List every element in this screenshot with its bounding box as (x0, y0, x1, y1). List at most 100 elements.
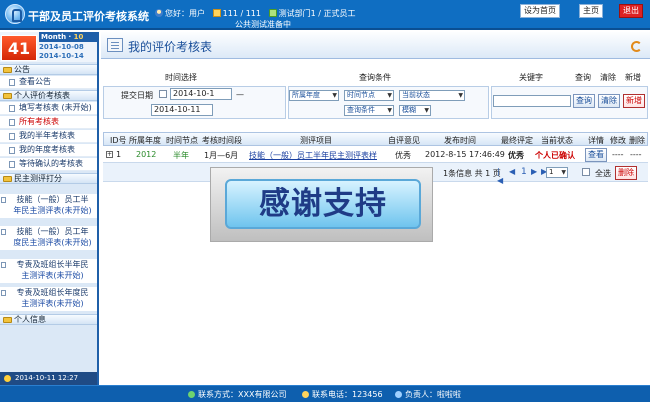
sidebar-item-label: 专责及班组长半年民 (16, 260, 89, 269)
sidebar-section-label: 个人评价考核表 (14, 91, 70, 100)
footer-contact-text: 联系方式：XXX有限公司 (198, 390, 287, 399)
node-select[interactable]: 时间节点 (344, 90, 394, 101)
calendar-week-start: 2014-10-08 (39, 43, 84, 51)
user-greeting: 您好：用户 (165, 9, 205, 18)
add-button[interactable]: 新增 (623, 94, 645, 108)
cell-delete: ---- (630, 150, 642, 159)
sidebar-item-fill-form[interactable]: 填写考核表 (未开始) (0, 102, 97, 115)
page-title: 我的评价考核表 (128, 40, 213, 54)
document-icon (1, 197, 6, 203)
current-page-number[interactable]: 1 (521, 167, 527, 177)
page-header: 我的评价考核表 (101, 32, 650, 59)
pager-info: 1条信息 共 1 页 (443, 169, 501, 178)
sidebar-section-personal[interactable]: 个人评价考核表 (0, 90, 97, 101)
status-select[interactable]: 当前状态 (399, 90, 465, 101)
date-to-input[interactable]: 2014-10-11 (151, 104, 213, 116)
document-icon (9, 79, 15, 86)
th-self-opinion: 自评意见 (388, 136, 420, 145)
sidebar-section-notice[interactable]: 公告 (0, 64, 97, 75)
refresh-icon[interactable] (631, 41, 642, 52)
folder-icon (3, 93, 12, 99)
sidebar-item-view-notice[interactable]: 查看公告 (0, 76, 97, 89)
sidebar-item-democratic-4[interactable]: 专责及班组长年度民 主测评表(未开始) (0, 287, 97, 311)
sidebar-item-label: 所有考核表 (19, 117, 59, 126)
sidebar-item-label: 主测评表(未开始) (21, 299, 84, 308)
cell-period: 1月—6月 (204, 151, 239, 160)
footer: 联系方式：XXX有限公司 联系电话：123456 负责人：啦啦啦 (0, 385, 650, 402)
cell-year: 2012 (136, 150, 157, 159)
page-select[interactable]: 1 (546, 167, 568, 178)
sidebar-item-all-forms[interactable]: 所有考核表 (0, 116, 97, 129)
sidebar-item-pending-confirm[interactable]: 等待确认的考核表 (0, 158, 97, 171)
sidebar-item-half-year[interactable]: 我的半年考核表 (0, 130, 97, 143)
sidebar-item-label: 我的年度考核表 (19, 145, 75, 154)
col-conditions-header: 查询条件 (359, 73, 391, 82)
year-select[interactable]: 所属年度 (289, 90, 339, 101)
document-icon (9, 161, 15, 168)
calendar-widget: 41 Month · 10 2014-10-08 2014-10-14 (0, 32, 97, 62)
footer-phone-text: 联系电话：123456 (312, 390, 383, 399)
condition-select[interactable]: 查询条件 (344, 105, 394, 116)
cell-project-link[interactable]: 技能（一般）员工半年民主测评表样 (249, 150, 377, 161)
document-icon (9, 147, 15, 154)
form-icon (107, 38, 123, 52)
sidebar-item-annual[interactable]: 我的年度考核表 (0, 144, 97, 157)
sidebar-item-democratic-1[interactable]: 技能（一般）员工半 年民主测评表(未开始) (0, 194, 97, 218)
document-icon (9, 119, 15, 126)
sidebar: 41 Month · 10 2014-10-08 2014-10-14 公告 查… (0, 32, 99, 385)
th-detail: 详情 (588, 136, 604, 145)
select-all-label: 全选 (595, 169, 611, 178)
date-separator: — (236, 90, 244, 99)
cell-edit: ---- (612, 150, 624, 159)
sidebar-section-democratic[interactable]: 民主测评打分 (0, 173, 97, 184)
sidebar-section-info[interactable]: 个人信息 (0, 314, 97, 325)
calendar-month: Month · 10 (39, 32, 97, 42)
cell-id: 1 (116, 150, 122, 159)
submit-date-checkbox[interactable] (159, 90, 167, 98)
keyword-input[interactable] (493, 95, 571, 107)
sidebar-item-label: 专责及班组长年度民 (16, 288, 89, 297)
th-node: 时间节点 (166, 136, 198, 145)
cell-publish-time: 2012-8-15 17:46:49 (425, 150, 505, 159)
date-from-input[interactable]: 2014-10-1 (170, 88, 232, 100)
footer-contact: 联系方式：XXX有限公司 (188, 389, 286, 400)
calendar-week-end: 2014-10-14 (39, 52, 84, 60)
first-page-icon[interactable] (497, 167, 505, 185)
sidebar-section-label: 公告 (14, 65, 30, 74)
cell-self-opinion: 优秀 (395, 151, 411, 160)
col-query-header: 查询 (575, 73, 591, 82)
sidebar-item-label: 等待确认的考核表 (19, 159, 83, 168)
th-publish-time: 发布时间 (444, 136, 476, 145)
user-count: 111 / 111 (222, 9, 261, 18)
thanks-banner-inner: 感谢支持 (225, 179, 421, 229)
folder-icon (3, 176, 12, 182)
sidebar-item-label: 年民主测评表(未开始) (13, 206, 92, 215)
delete-button[interactable]: 删除 (615, 166, 637, 180)
cell-status: 个人已确认 (535, 151, 575, 160)
th-final-rating: 最终评定 (501, 136, 533, 145)
th-project: 测评项目 (300, 136, 332, 145)
select-all-checkbox[interactable] (582, 168, 590, 176)
user-icon (155, 9, 163, 17)
sidebar-item-democratic-3[interactable]: 专责及班组长半年民 主测评表(未开始) (0, 259, 97, 283)
sidebar-item-label: 主测评表(未开始) (21, 271, 84, 280)
th-id: ID号 (110, 136, 127, 145)
prev-page-icon[interactable] (509, 167, 517, 176)
query-button[interactable]: 查询 (573, 94, 595, 108)
submit-date-label: 提交日期 (121, 91, 153, 100)
view-detail-button[interactable]: 查看 (585, 148, 607, 162)
footer-owner: 负责人：啦啦啦 (395, 389, 461, 400)
next-page-icon[interactable] (531, 167, 539, 176)
clear-button[interactable]: 清除 (598, 94, 620, 108)
conditions-box: 所属年度 时间节点 当前状态 查询条件 模糊 (288, 86, 489, 119)
sidebar-item-label: 填写考核表 (未开始) (19, 103, 92, 112)
expand-plus-icon[interactable]: + (106, 151, 113, 158)
cell-node: 半年 (173, 151, 189, 160)
logout-button[interactable]: 退出 (619, 4, 643, 18)
calendar-month-value: 10 (73, 33, 84, 41)
footer-phone: 联系电话：123456 (302, 389, 383, 400)
sidebar-item-democratic-2[interactable]: 技能（一般）员工年 度民主测评表(未开始) (0, 226, 97, 250)
fuzzy-select[interactable]: 模糊 (399, 105, 431, 116)
homepage-button[interactable]: 主页 (579, 4, 603, 18)
set-home-button[interactable]: 设为首页 (520, 4, 560, 18)
